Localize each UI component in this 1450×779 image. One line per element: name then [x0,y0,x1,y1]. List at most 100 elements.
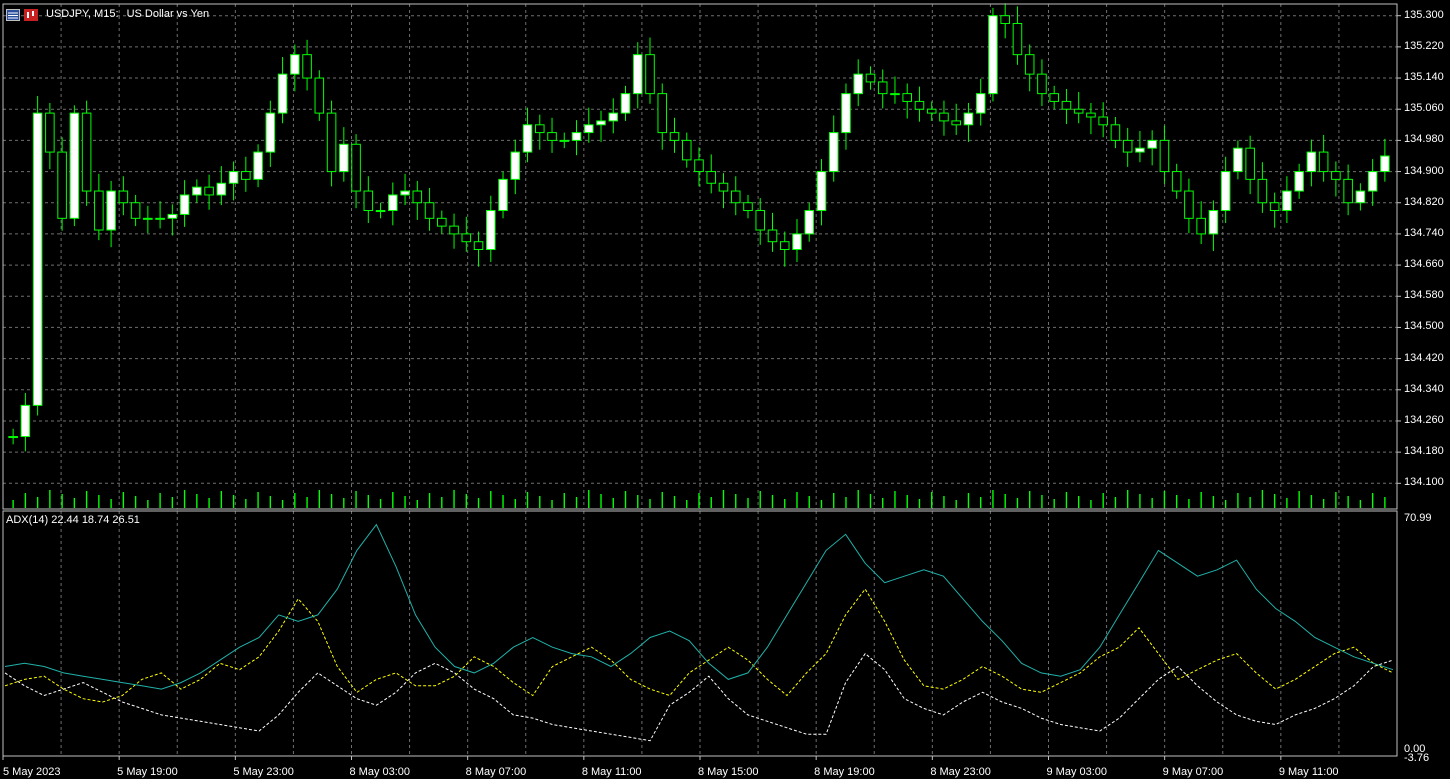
candle-body [779,241,790,250]
price-tick-label: 134.820 [1404,195,1444,208]
candle [1135,131,1145,163]
candle [375,202,386,219]
candle [1294,163,1304,199]
candle-body [1098,116,1108,126]
candle [1073,92,1084,124]
candle-body [363,190,374,212]
candle-body [461,233,472,243]
candle [20,392,31,452]
chart-canvas[interactable] [0,0,1450,779]
candle-body [1037,73,1047,95]
candle-body [118,190,129,204]
candle [216,166,227,206]
candle [632,42,643,109]
candle [1367,159,1378,206]
candle-body [865,73,876,83]
candle-body [375,210,386,213]
candle [45,102,55,170]
candle [1184,178,1194,234]
time-tick-label: 8 May 19:00 [814,766,875,778]
candle-body [94,190,104,231]
candle [743,194,753,219]
candle [424,187,435,231]
symbol-description: US Dollar vs Yen [126,8,210,20]
candle-body [498,178,508,212]
candles-icon[interactable] [24,8,38,21]
candle [339,127,349,182]
candle-body [559,139,570,142]
indicator-scale-max: 70.99 [1404,512,1432,524]
candle-body [1012,22,1023,56]
time-tick-label: 8 May 03:00 [349,766,411,778]
candle-body [669,132,680,141]
candle [473,231,484,267]
candle [853,59,864,107]
time-tick-label: 8 May 15:00 [698,766,759,778]
candle [277,56,288,124]
candle-body [657,93,668,134]
candle-body [1294,171,1304,192]
time-tick-label: 8 May 23:00 [930,766,991,778]
candle [1318,134,1329,182]
candle-body [204,186,214,196]
candle [730,176,741,216]
time-tick-label: 9 May 11:00 [1278,766,1339,778]
candle [1355,183,1366,211]
candle-body [388,194,398,212]
candle [314,70,325,121]
candle [1049,85,1059,110]
candle-body [290,54,300,75]
candle-body [767,229,778,243]
candle-body [486,210,496,251]
candle [1110,117,1121,149]
candle [81,100,92,206]
price-tick-label: 134.340 [1404,382,1444,395]
candle [694,147,704,187]
candle [94,173,104,241]
candle [681,132,692,168]
indicator-scale-min: -3.76 [1404,752,1430,764]
price-tick-label: 134.100 [1404,476,1444,489]
candle [106,180,116,248]
time-tick-label: 5 May 2023 [3,766,61,778]
candle-body [1086,112,1096,118]
candle-body [265,112,276,153]
indicator-label: ADX(14) 22.44 18.74 26.51 [6,514,140,526]
candle-body [1245,147,1255,180]
candlestick-series [8,3,1390,452]
candle-body [1135,147,1145,153]
candle [939,100,949,136]
candle [326,100,337,187]
candle-body [706,171,717,184]
candle [69,105,80,227]
candle-body [179,194,190,215]
candle-body [1159,139,1170,173]
candle [1171,163,1182,199]
candle [804,202,815,242]
candle [779,231,790,267]
candle [988,7,998,102]
candle-body [853,73,864,95]
candle [547,117,557,153]
candle [951,103,961,135]
candle [718,173,729,209]
candle [130,194,141,227]
candle [118,176,129,216]
grid-lines [2,4,1401,760]
volume-bars [12,490,1386,508]
candle-body [302,54,312,79]
candle [865,66,876,90]
candle [290,44,300,92]
price-tick-label: 134.980 [1404,133,1444,146]
candle-body [412,190,423,204]
chart-window-icon[interactable] [6,8,20,21]
candle [1245,135,1255,195]
candle-body [1110,124,1121,141]
candle [1269,192,1280,228]
chart-window[interactable]: USDJPY, M15: US Dollar vs Yen ADX(14) 22… [0,0,1450,779]
candle-body [449,225,459,235]
candle [706,154,717,194]
price-tick-label: 134.260 [1404,413,1444,426]
candle-body [326,112,337,173]
candle-body [20,404,31,438]
